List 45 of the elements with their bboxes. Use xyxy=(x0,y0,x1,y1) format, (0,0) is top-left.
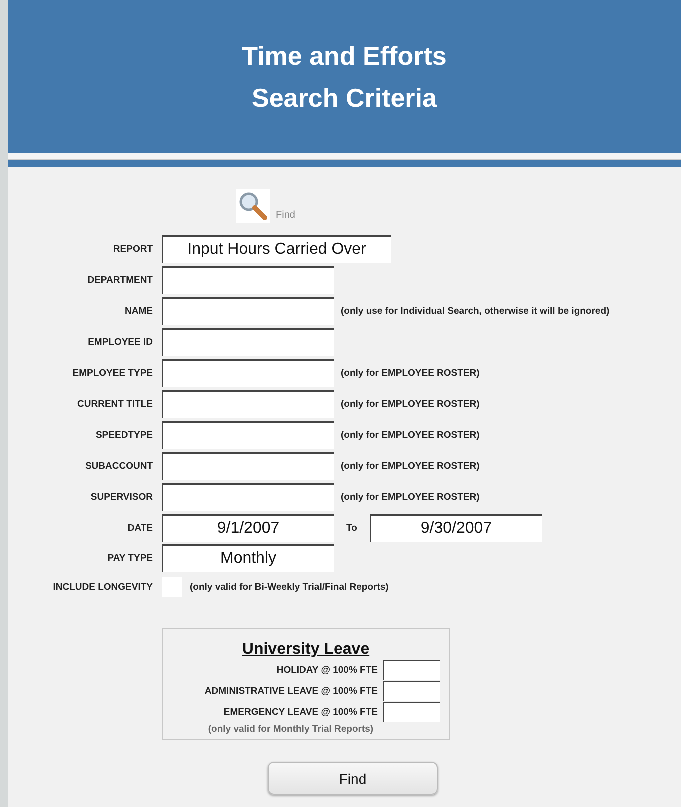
field-label: INCLUDE LONGEVITY xyxy=(52,582,153,592)
field-label: SUPERVISOR xyxy=(90,492,153,502)
panel-title: University Leave xyxy=(242,641,370,659)
field-label: HOLIDAY @ 100% FTE xyxy=(276,664,378,676)
field-note: (only use for Individual Search, otherwise it will be ignored) xyxy=(341,306,610,316)
input-field[interactable] xyxy=(383,681,440,701)
input-field[interactable]: Input Hours Carried Over xyxy=(162,235,391,263)
field-note: (only for EMPLOYEE ROSTER) xyxy=(341,398,480,410)
field-note: (only valid for Bi-Weekly Trial/Final Reports) xyxy=(190,582,389,592)
field-label: REPORT xyxy=(112,244,153,254)
input-field[interactable] xyxy=(162,266,334,294)
find-label: Find xyxy=(276,210,296,221)
field-note: (only for EMPLOYEE ROSTER) xyxy=(341,460,480,472)
page-title: Time and Efforts xyxy=(242,40,447,70)
input-field[interactable]: 9/1/2007 xyxy=(162,514,334,542)
input-field[interactable] xyxy=(162,390,334,418)
field-label: EMPLOYEE ID xyxy=(87,336,153,348)
field-label: SPEEDTYPE xyxy=(94,430,153,440)
field-label: PAY TYPE xyxy=(106,552,153,564)
input-field[interactable] xyxy=(162,328,334,356)
input-field[interactable] xyxy=(162,483,334,511)
input-field[interactable]: Monthly xyxy=(162,544,334,572)
find-button[interactable]: Find xyxy=(268,762,438,795)
field-label: NAME xyxy=(124,306,153,316)
input-field[interactable] xyxy=(162,452,334,480)
field-label: DATE xyxy=(126,522,153,534)
input-field[interactable] xyxy=(162,421,334,449)
input-field[interactable] xyxy=(383,702,440,722)
field-note: (only for EMPLOYEE ROSTER) xyxy=(341,492,480,502)
field-note: (only for EMPLOYEE ROSTER) xyxy=(341,368,480,378)
field-label: EMERGENCY LEAVE @ 100% FTE xyxy=(224,706,378,718)
field-label: CURRENT TITLE xyxy=(76,398,153,410)
field-label: EMPLOYEE TYPE xyxy=(72,368,153,378)
page-title: Search Criteria xyxy=(252,82,437,112)
input-field[interactable] xyxy=(162,297,334,325)
to-label: To xyxy=(346,522,358,534)
field-label: DEPARTMENT xyxy=(86,274,153,286)
input-field[interactable] xyxy=(162,359,334,387)
field-label: ADMINISTRATIVE LEAVE @ 100% FTE xyxy=(204,686,378,696)
input-field[interactable] xyxy=(383,660,440,680)
panel-note: (only valid for Monthly Trial Reports) xyxy=(208,724,374,735)
input-field[interactable]: 9/30/2007 xyxy=(370,514,542,542)
search-icon[interactable] xyxy=(238,191,268,221)
field-label: SUBACCOUNT xyxy=(84,460,153,472)
field-note: (only for EMPLOYEE ROSTER) xyxy=(341,430,480,440)
